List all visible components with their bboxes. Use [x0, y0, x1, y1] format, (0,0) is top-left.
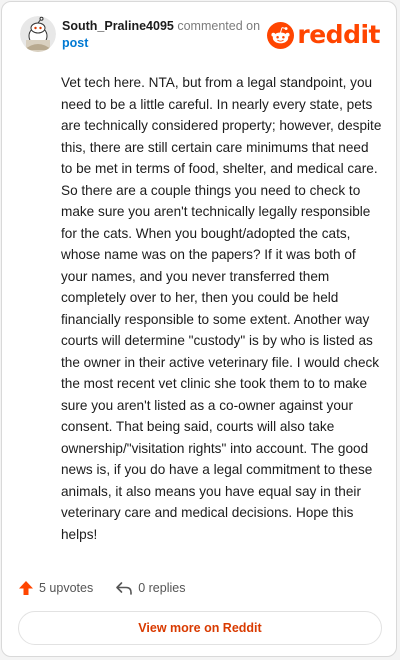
- reply-count: 0 replies: [138, 581, 186, 595]
- reddit-alien-icon: [267, 21, 295, 49]
- comment-meta: South_Praline4095 commented on post: [62, 18, 282, 52]
- reply-arrow-icon: [116, 582, 133, 595]
- view-more-button[interactable]: View more on Reddit: [18, 611, 382, 645]
- user-avatar[interactable]: [20, 16, 56, 52]
- upvote-button[interactable]: 5 upvotes: [18, 580, 93, 596]
- upvote-count: 5 upvotes: [39, 581, 94, 595]
- reply-button[interactable]: 0 replies: [115, 580, 185, 596]
- comment-actions: 5 upvotes 0 replies: [18, 578, 185, 598]
- reddit-wordmark: reddit: [297, 20, 380, 49]
- comment-card: South_Praline4095 commented on post redd…: [1, 1, 397, 657]
- upvote-arrow-icon: [19, 581, 33, 595]
- snoo-avatar-icon: [20, 16, 56, 52]
- post-link[interactable]: post: [62, 35, 282, 52]
- action-text: commented on: [177, 19, 261, 33]
- author-username[interactable]: South_Praline4095: [62, 19, 174, 33]
- comment-body: Vet tech here. NTA, but from a legal sta…: [61, 75, 382, 542]
- comment-header: South_Praline4095 commented on post redd…: [16, 14, 382, 54]
- reddit-logo[interactable]: reddit: [267, 20, 380, 50]
